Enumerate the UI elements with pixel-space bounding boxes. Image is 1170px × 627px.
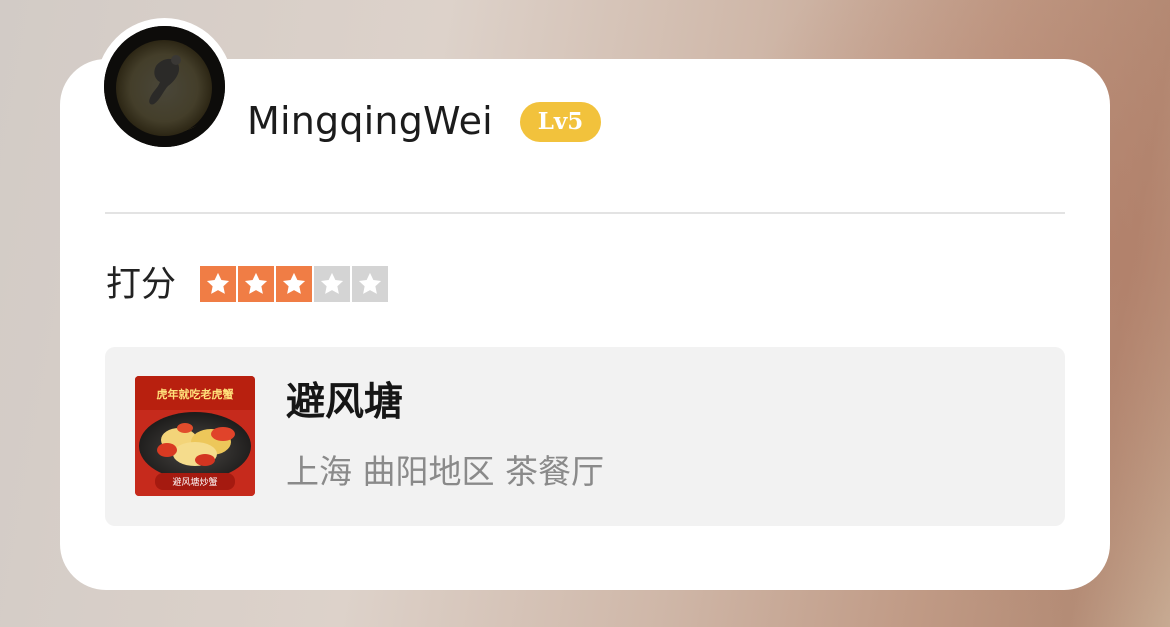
star-icon — [320, 272, 344, 294]
star-icon — [282, 272, 306, 294]
avatar[interactable] — [104, 26, 225, 147]
crescent-moon-icon — [104, 26, 225, 147]
divider — [105, 212, 1065, 214]
star-rating — [200, 266, 388, 302]
star-filled — [200, 266, 236, 302]
rating-label: 打分 — [106, 265, 177, 305]
shop-card[interactable]: 虎年就吃老虎蟹 避风塘炒蟹 避风塘 上海 曲阳地区 茶餐厅 — [105, 347, 1065, 526]
star-icon — [206, 272, 230, 294]
shop-name[interactable]: 避风塘 — [286, 378, 403, 428]
thumbnail-headline: 虎年就吃老虎蟹 — [157, 387, 234, 401]
star-empty — [314, 266, 350, 302]
username[interactable]: MingqingWei — [247, 98, 493, 144]
shop-thumbnail: 虎年就吃老虎蟹 避风塘炒蟹 — [135, 376, 255, 496]
dish-photo-icon: 虎年就吃老虎蟹 避风塘炒蟹 — [135, 376, 255, 496]
thumbnail-caption: 避风塘炒蟹 — [172, 476, 217, 488]
star-empty — [352, 266, 388, 302]
star-icon — [244, 272, 268, 294]
star-filled — [276, 266, 312, 302]
level-badge: Lv5 — [520, 102, 601, 142]
star-filled — [238, 266, 274, 302]
shop-meta: 上海 曲阳地区 茶餐厅 — [286, 452, 604, 491]
star-icon — [358, 272, 382, 294]
